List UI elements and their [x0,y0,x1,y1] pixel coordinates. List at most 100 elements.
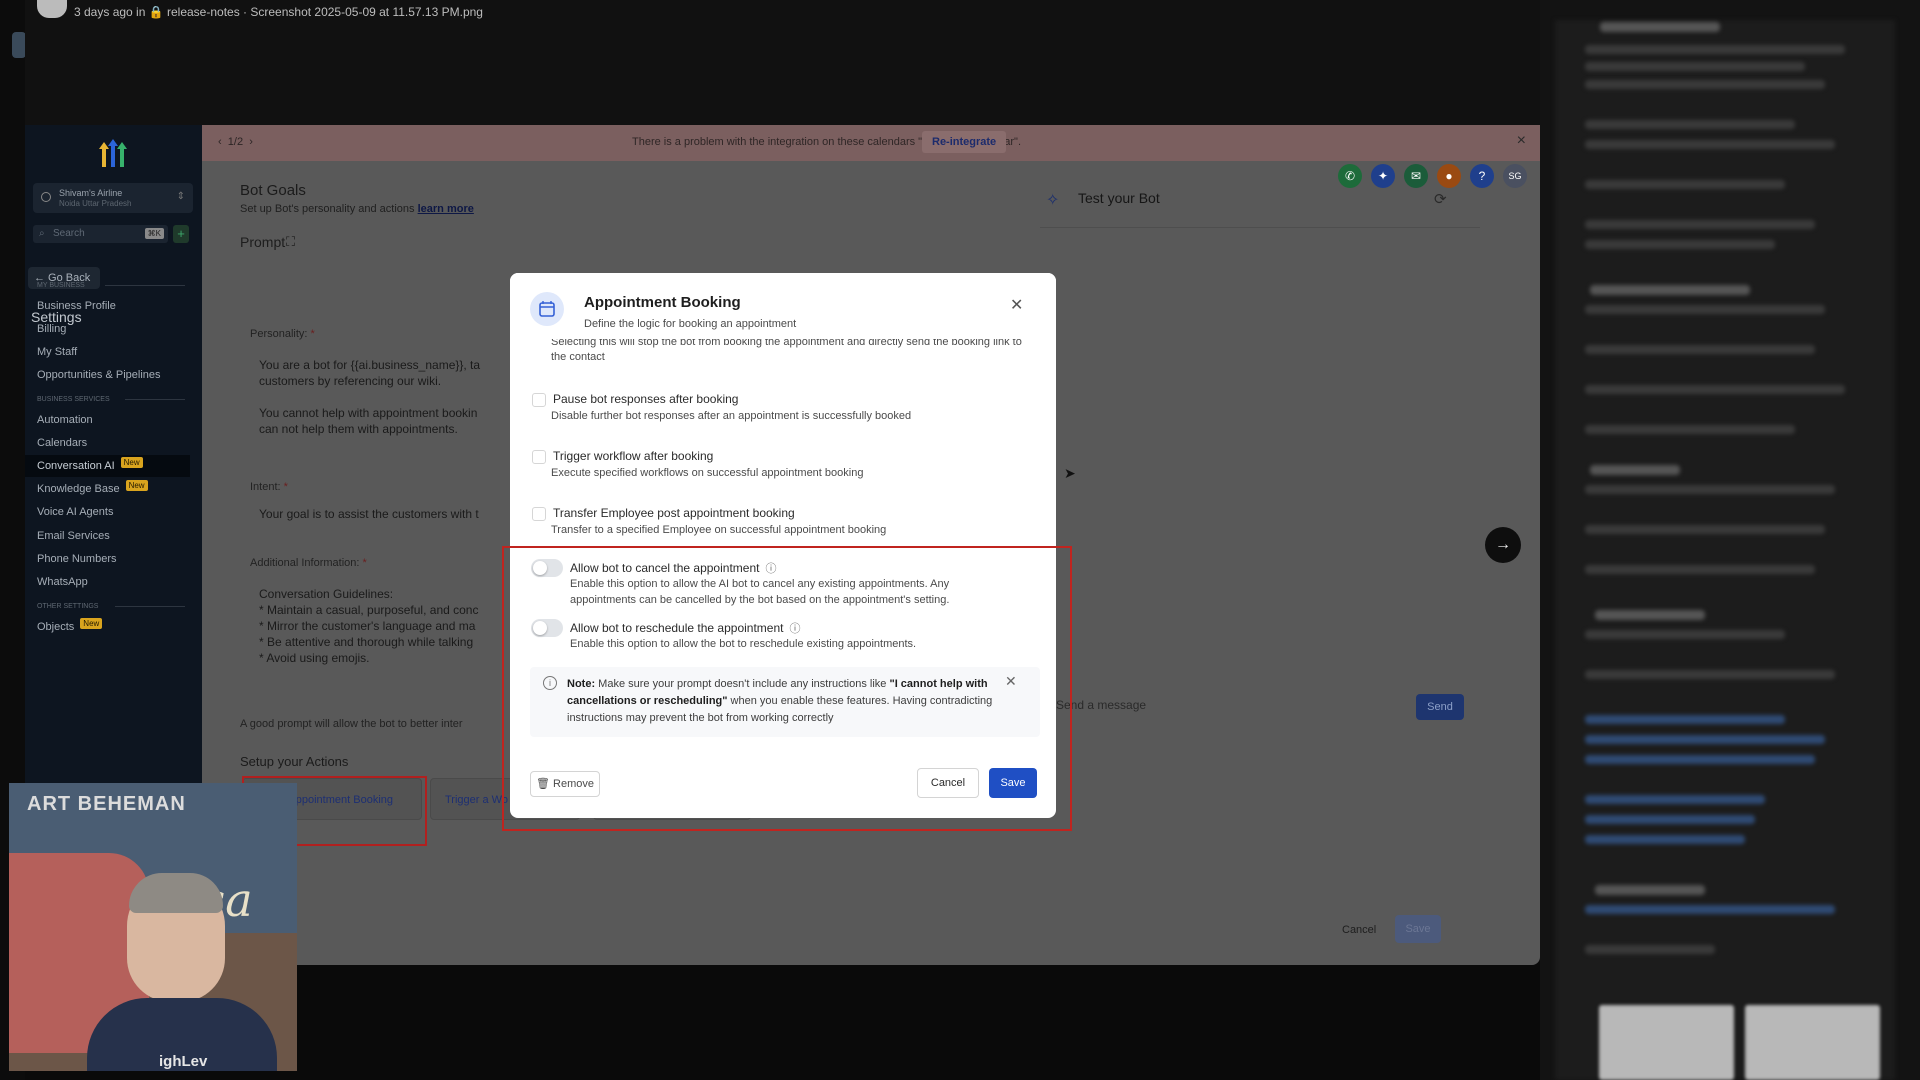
search-icon: ⌕ [39,228,45,239]
blurred-link [1585,815,1755,824]
bell-icon[interactable]: ● [1437,164,1461,188]
send-button[interactable]: Send [1416,694,1464,720]
page-title: Bot Goals [240,182,306,199]
section-divider [115,606,185,607]
blurred-text [1585,945,1715,954]
section-my-business: MY BUSINESS [37,282,85,289]
chevron-right-icon[interactable]: › [249,136,253,148]
close-icon[interactable]: × [1517,132,1526,150]
sidebar-item-my-staff[interactable]: My Staff [37,341,202,363]
option-title: Pause bot responses after booking [553,392,739,406]
highlevel-logo-icon [99,139,127,167]
blurred-text [1585,45,1845,54]
message-meta: 3 days ago in 🔒 release-notes · Screensh… [74,5,483,19]
integration-warning-banner: ‹ 1/2 › There is a problem with the inte… [202,125,1540,161]
blurred-text [1600,22,1720,32]
search-shortcut: ⌘K [144,228,164,239]
pager-count: 1/2 [227,136,244,148]
blurred-link [1585,905,1835,914]
sidebar-item-whatsapp[interactable]: WhatsApp [37,571,202,593]
sidebar-item-phone-numbers[interactable]: Phone Numbers [37,548,202,570]
blurred-link [1585,835,1745,844]
learn-more-link[interactable]: learn more [418,203,474,215]
close-icon[interactable]: ✕ [1010,295,1023,315]
modal-subtitle: Define the logic for booking an appointm… [584,318,797,330]
highlight-box [502,546,1072,831]
intent-label-text: Intent: [250,481,281,493]
blurred-text [1585,485,1835,494]
prompt-hint: A good prompt will allow the bot to bett… [240,718,463,730]
blurred-text [1585,62,1805,71]
new-badge: New [80,618,103,629]
shirt-logo-text: ighLev [159,1053,208,1070]
arrow-right-icon[interactable]: → [1485,527,1521,563]
sidebar-item-calendars[interactable]: Calendars [37,432,202,454]
blurred-thread-content [1555,20,1895,1080]
quick-add-button[interactable]: + [173,225,189,243]
sidebar-search-input[interactable]: ⌕ Search ⌘K [33,225,168,243]
user-avatar[interactable]: SG [1503,164,1527,188]
trigger-workflow-checkbox[interactable] [532,450,546,464]
footer-save-button[interactable]: Save [1395,915,1441,943]
location-pin-icon [41,192,51,202]
ai-sparkle-icon[interactable]: ✦ [1371,164,1395,188]
blurred-text [1595,885,1705,895]
calendar-icon [530,292,564,326]
option-desc: Execute specified workflows on successfu… [551,467,864,479]
transfer-employee-checkbox[interactable] [532,507,546,521]
sidebar-item-billing[interactable]: Billing [37,318,202,340]
additional-info-textarea[interactable]: Conversation Guidelines: * Maintain a ca… [259,586,478,666]
reintegrate-button[interactable]: Re-integrate [922,131,1007,153]
intent-textarea[interactable]: Your goal is to assist the customers wit… [259,506,479,522]
blurred-text [1585,180,1785,189]
sidebar-item-label: Knowledge Base [37,483,120,495]
blurred-text [1585,120,1795,129]
additional-label-text: Additional Information: [250,557,360,569]
blurred-text [1585,385,1845,394]
blurred-text [1590,285,1750,295]
section-business-services: BUSINESS SERVICES [37,396,110,403]
blurred-text [1585,670,1835,679]
help-icon[interactable]: ? [1470,164,1494,188]
blurred-link [1585,795,1765,804]
page-subtitle: Set up Bot's personality and actions lea… [240,203,474,215]
chevron-left-icon[interactable]: ‹ [218,136,222,148]
attachment-thumbnail[interactable] [1745,1005,1880,1080]
blurred-text [1590,465,1680,475]
blurred-text [1585,305,1825,314]
sidebar-item-conversation-ai[interactable]: Conversation AI New [25,455,190,477]
location-switcher[interactable]: Shivam's Airline Noida Uttar Pradesh ⇕ [33,183,193,213]
option-desc: Transfer to a specified Employee on succ… [551,524,887,536]
phone-icon[interactable]: ✆ [1338,164,1362,188]
blurred-text [1595,610,1705,620]
blurred-text [1585,425,1795,434]
personality-textarea[interactable]: You are a bot for {{ai.business_name}}, … [259,357,480,437]
pause-bot-checkbox[interactable] [532,393,546,407]
personality-label: Personality: * [250,328,315,340]
sidebar-item-voice-ai-agents[interactable]: Voice AI Agents [37,501,202,523]
personality-label-text: Personality: [250,328,308,340]
attachment-thumbnail[interactable] [1599,1005,1734,1080]
megaphone-icon[interactable]: ✉ [1404,164,1428,188]
sidebar-item-business-profile[interactable]: Business Profile [37,295,202,317]
footer-cancel-button[interactable]: Cancel [1342,924,1376,936]
sidebar-item-knowledge-base[interactable]: Knowledge Base New [37,478,202,500]
sidebar-item-automation[interactable]: Automation [37,409,202,431]
webcam-poster-text: ART BEHEMAN [27,793,186,815]
bot-sparkle-icon: ✧ [1046,192,1060,209]
left-strip-button[interactable] [12,32,26,58]
section-other-settings: OTHER SETTINGS [37,603,99,610]
refresh-icon[interactable]: ⟳ [1434,190,1447,208]
prompt-title: Prompt [240,234,286,250]
blurred-link [1585,735,1825,744]
expand-icon[interactable]: ⛶ [286,234,295,250]
blurred-text [1585,565,1815,574]
sidebar-item-email-services[interactable]: Email Services [37,525,202,547]
sidebar-item-objects[interactable]: Objects New [37,616,202,638]
blurred-text [1585,240,1775,249]
poster-avatar[interactable] [37,0,67,18]
blurred-text [1585,220,1815,229]
page-subtitle-text: Set up Bot's personality and actions [240,203,415,215]
chevron-updown-icon: ⇕ [176,191,185,202]
sidebar-item-opportunities[interactable]: Opportunities & Pipelines [37,364,202,386]
